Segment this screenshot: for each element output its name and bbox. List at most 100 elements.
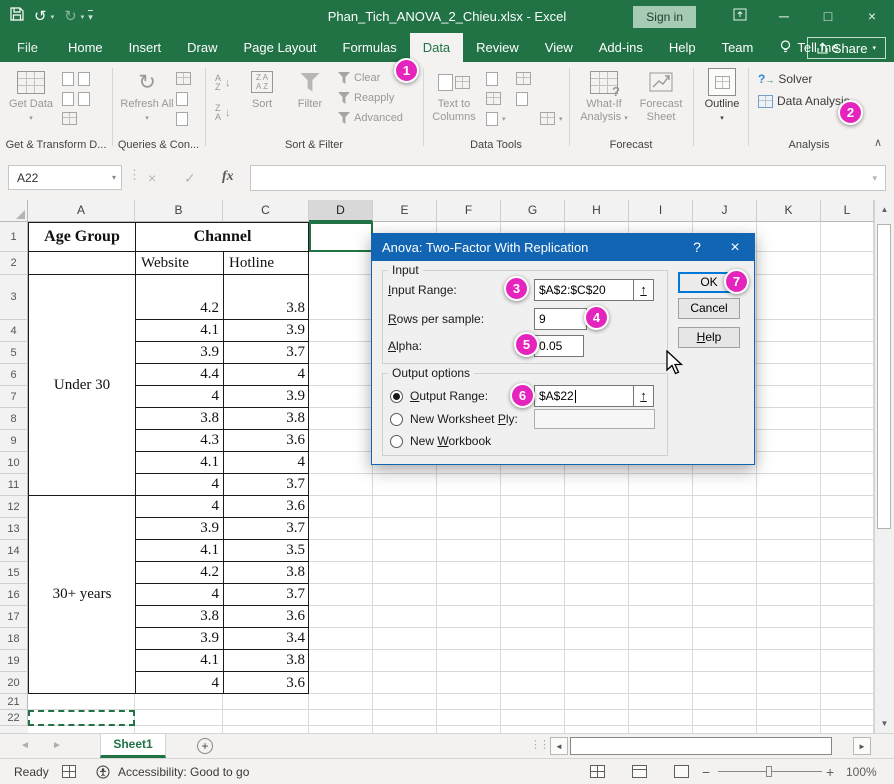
output-range-label[interactable]: Output Range: — [410, 389, 488, 403]
column-header-B[interactable]: B — [135, 200, 223, 222]
new-worksheet-radio[interactable] — [390, 413, 403, 426]
output-range-field[interactable]: $A$22 — [534, 385, 634, 407]
data-analysis-button[interactable]: Data Analysis — [758, 94, 850, 108]
queries-connections-button[interactable] — [176, 72, 191, 85]
table-cell[interactable]: 4.1 — [136, 650, 224, 672]
table-cell[interactable]: 3.6 — [224, 430, 309, 452]
table-cell[interactable]: 4 — [136, 386, 224, 408]
table-cell[interactable]: 4 — [224, 364, 309, 386]
row-header-11[interactable]: 11 — [0, 474, 28, 496]
dialog-help-icon[interactable]: ? — [678, 234, 716, 261]
table-cell[interactable]: 3.8 — [136, 606, 224, 628]
rows-per-sample-field[interactable]: 9 — [534, 308, 587, 330]
cancel-entry-icon[interactable]: × — [148, 170, 156, 186]
collapse-ribbon-icon[interactable]: ∧ — [874, 136, 882, 149]
table-cell[interactable]: 3.7 — [224, 342, 309, 364]
tab-insert[interactable]: Insert — [116, 33, 175, 62]
existing-connections-button[interactable] — [62, 112, 77, 125]
scroll-down-icon[interactable]: ▼ — [875, 714, 894, 733]
reapply-button[interactable]: Reapply — [338, 92, 394, 104]
prev-sheet-icon[interactable]: ◄ — [20, 740, 30, 751]
zoom-slider-thumb[interactable] — [766, 766, 772, 777]
vertical-scroll-thumb[interactable] — [877, 224, 891, 529]
row-header-3[interactable]: 3 — [0, 275, 28, 320]
cell-A2[interactable] — [29, 252, 136, 275]
ribbon-display-options-icon[interactable] — [718, 0, 762, 33]
row-header-7[interactable]: 7 — [0, 386, 28, 408]
zoom-out-icon[interactable]: − — [702, 759, 710, 784]
output-range-radio[interactable] — [390, 390, 403, 403]
from-text-button[interactable] — [62, 72, 90, 86]
table-cell[interactable]: 3.7 — [224, 584, 309, 606]
name-box-dropdown-icon[interactable]: ▾ — [112, 173, 116, 182]
table-cell[interactable]: 3.9 — [224, 320, 309, 342]
manage-data-model-button[interactable]: ▾ — [540, 112, 563, 125]
cell-B2[interactable]: Website — [136, 252, 224, 275]
table-cell[interactable]: 3.8 — [224, 562, 309, 584]
row-header-9[interactable]: 9 — [0, 430, 28, 452]
expand-formula-bar-icon[interactable]: ▾ — [872, 173, 877, 184]
minimize-button[interactable]: ─ — [762, 0, 806, 33]
insert-function-icon[interactable]: fx — [222, 169, 234, 185]
table-cell[interactable]: 3.4 — [224, 628, 309, 650]
row-header-18[interactable]: 18 — [0, 628, 28, 650]
table-cell[interactable]: 4.1 — [136, 540, 224, 562]
advanced-filter-button[interactable]: Advanced — [338, 112, 403, 124]
column-header-L[interactable]: L — [821, 200, 874, 222]
view-page-break-button[interactable] — [674, 759, 689, 784]
table-cell[interactable]: 3.8 — [224, 275, 309, 320]
table-cell[interactable]: 3.8 — [224, 408, 309, 430]
maximize-button[interactable]: □ — [806, 0, 850, 33]
tab-draw[interactable]: Draw — [174, 33, 230, 62]
tab-home[interactable]: Home — [55, 33, 116, 62]
cell-C2[interactable]: Hotline — [224, 252, 309, 275]
new-sheet-icon[interactable]: + — [197, 738, 213, 754]
recent-sources-button[interactable] — [62, 92, 90, 106]
get-data-button[interactable]: Get Data▾ — [4, 66, 58, 125]
formula-input[interactable]: ▾ — [250, 165, 886, 191]
dialog-close-icon[interactable]: × — [716, 234, 754, 261]
solver-button[interactable]: ?→ Solver — [758, 72, 812, 86]
next-sheet-icon[interactable]: ► — [52, 740, 62, 751]
tab-data[interactable]: Data — [410, 33, 463, 62]
accessibility-icon[interactable] — [96, 759, 110, 784]
data-validation-button[interactable]: ▾ — [486, 112, 506, 126]
row-header-5[interactable]: 5 — [0, 342, 28, 364]
sort-button[interactable]: Z AA Z Sort — [240, 66, 284, 111]
zoom-level[interactable]: 100% — [846, 759, 877, 784]
macro-record-icon[interactable] — [62, 759, 76, 784]
output-range-picker-icon[interactable]: ↑ — [633, 385, 654, 407]
column-header-C[interactable]: C — [223, 200, 309, 222]
hscroll-right-icon[interactable]: ► — [853, 737, 871, 755]
new-worksheet-label[interactable]: New Worksheet Ply: — [410, 412, 518, 426]
row-header-14[interactable]: 14 — [0, 540, 28, 562]
row-header-13[interactable]: 13 — [0, 518, 28, 540]
select-all-corner[interactable] — [0, 200, 28, 222]
table-cell[interactable]: 3.9 — [136, 342, 224, 364]
tab-scroll-grip[interactable]: ⋮⋮ — [530, 738, 548, 751]
edit-links-button[interactable] — [176, 112, 188, 126]
row-header-1[interactable]: 1 — [0, 222, 28, 252]
clear-filter-button[interactable]: Clear — [338, 72, 380, 84]
table-cell[interactable]: 4.2 — [136, 275, 224, 320]
share-button[interactable]: Share ▾ — [807, 37, 886, 59]
table-cell[interactable]: 3.8 — [224, 650, 309, 672]
table-cell[interactable]: 4.2 — [136, 562, 224, 584]
table-cell[interactable]: 3.6 — [224, 496, 309, 518]
row-header-20[interactable]: 20 — [0, 672, 28, 694]
sign-in-button[interactable]: Sign in — [633, 6, 696, 28]
help-button[interactable]: Help — [678, 327, 740, 348]
sort-ascending-button[interactable]: AZ↓ — [215, 74, 231, 92]
row-header-4[interactable]: 4 — [0, 320, 28, 342]
outline-button[interactable]: Outline▾ — [700, 66, 744, 125]
table-cell[interactable]: 3.6 — [224, 672, 309, 694]
column-header-A[interactable]: A — [28, 200, 135, 222]
tab-review[interactable]: Review — [463, 33, 532, 62]
scroll-up-icon[interactable]: ▲ — [875, 200, 894, 219]
tab-add-ins[interactable]: Add-ins — [586, 33, 656, 62]
new-workbook-label[interactable]: New Workbook — [410, 434, 491, 448]
input-range-field[interactable]: $A$2:$C$20 — [534, 279, 634, 301]
row-header-17[interactable]: 17 — [0, 606, 28, 628]
column-header-G[interactable]: G — [501, 200, 565, 222]
cell-B1-C1-merged[interactable]: Channel — [136, 223, 309, 252]
